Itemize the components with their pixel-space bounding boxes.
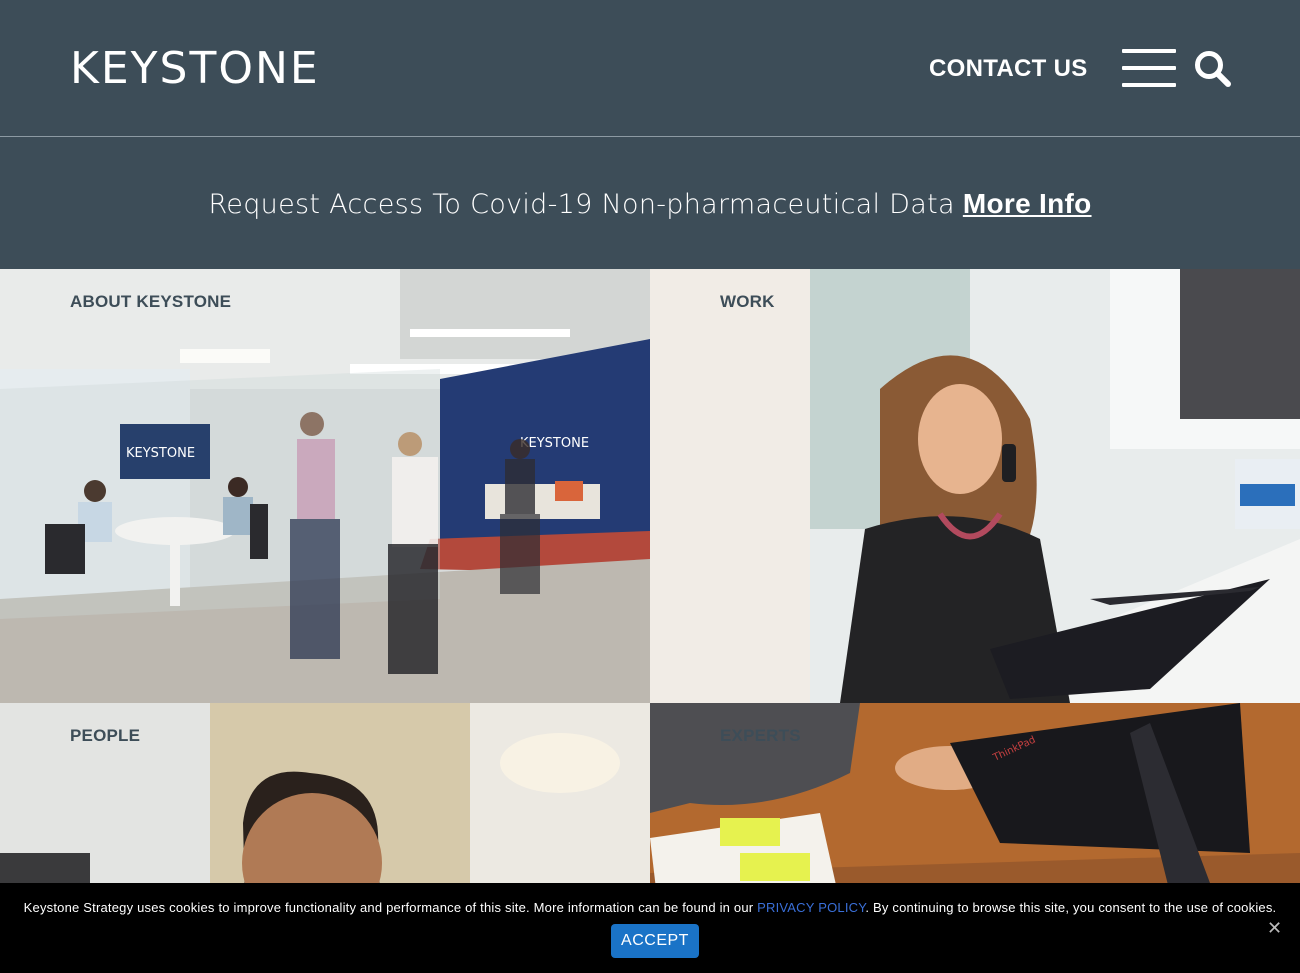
tile-work[interactable]: WORK — [650, 269, 1300, 703]
accept-cookies-button[interactable]: ACCEPT — [611, 924, 699, 958]
search-icon[interactable] — [1193, 49, 1233, 89]
tile-label: ABOUT KEYSTONE — [70, 292, 232, 311]
cookie-banner: Keystone Strategy uses cookies to improv… — [0, 883, 1300, 973]
cookie-text-after: . By continuing to browse this site, you… — [865, 900, 1277, 915]
cookie-message: Keystone Strategy uses cookies to improv… — [0, 900, 1300, 915]
hamburger-icon[interactable] — [1122, 49, 1176, 87]
tile-label: WORK — [720, 292, 775, 311]
covid-banner: Request Access To Covid-19 Non-pharmaceu… — [0, 138, 1300, 269]
banner-message: Request Access To Covid-19 Non-pharmaceu… — [208, 188, 955, 220]
office-photo: KEYSTONE KEYSTONE — [0, 269, 650, 703]
work-photo — [650, 269, 1300, 703]
site-header: KEYSTONE CONTACT US — [0, 0, 1300, 137]
tile-about-keystone[interactable]: KEYSTONE KEYSTONE ABOUT KEYSTONE — [0, 269, 650, 703]
privacy-policy-link[interactable]: PRIVACY POLICY — [757, 900, 865, 915]
cookie-text-before: Keystone Strategy uses cookies to improv… — [23, 900, 758, 915]
more-info-link[interactable]: More Info — [963, 188, 1092, 219]
tile-label: PEOPLE — [70, 726, 141, 745]
contact-us-link[interactable]: CONTACT US — [929, 55, 1088, 83]
close-icon[interactable]: ✕ — [1267, 918, 1282, 939]
tile-label: EXPERTS — [720, 726, 801, 745]
tv-sign: KEYSTONE — [126, 446, 195, 461]
site-logo[interactable]: KEYSTONE — [70, 47, 320, 91]
wall-sign: KEYSTONE — [520, 436, 589, 451]
banner-text: Request Access To Covid-19 Non-pharmaceu… — [208, 188, 1091, 220]
